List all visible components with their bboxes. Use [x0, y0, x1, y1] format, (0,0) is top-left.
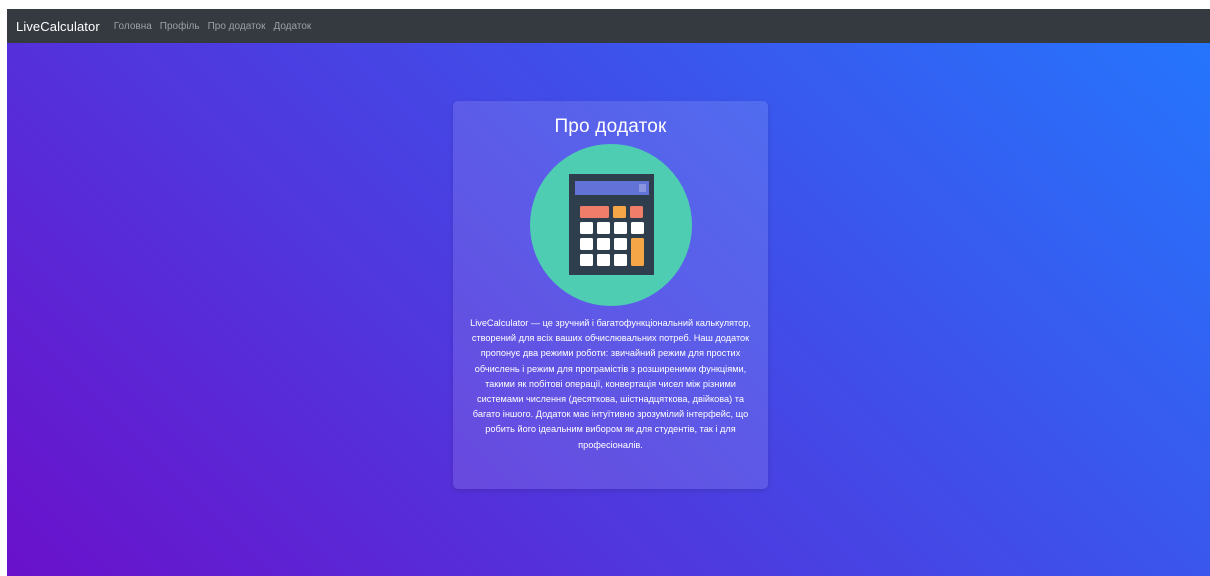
brand-logo-link[interactable]: LiveCalculator	[16, 19, 100, 34]
nav-link-app[interactable]: Додаток	[273, 21, 311, 32]
about-description: LiveCalculator — це зручний і багатофунк…	[470, 318, 751, 450]
about-card: Про додаток LiveCalculator — це зручний …	[453, 101, 768, 489]
about-title: Про додаток	[554, 116, 667, 137]
app-viewport: LiveCalculator Головна Профіль Про додат…	[7, 9, 1210, 576]
nav-link-profile[interactable]: Профіль	[160, 21, 200, 32]
calculator-icon	[529, 144, 692, 306]
nav-link-home[interactable]: Головна	[114, 21, 152, 32]
nav-link-about[interactable]: Про додаток	[208, 21, 266, 32]
main-gradient-area: Про додаток LiveCalculator — це зручний …	[7, 43, 1210, 576]
top-navbar: LiveCalculator Головна Профіль Про додат…	[7, 9, 1210, 43]
